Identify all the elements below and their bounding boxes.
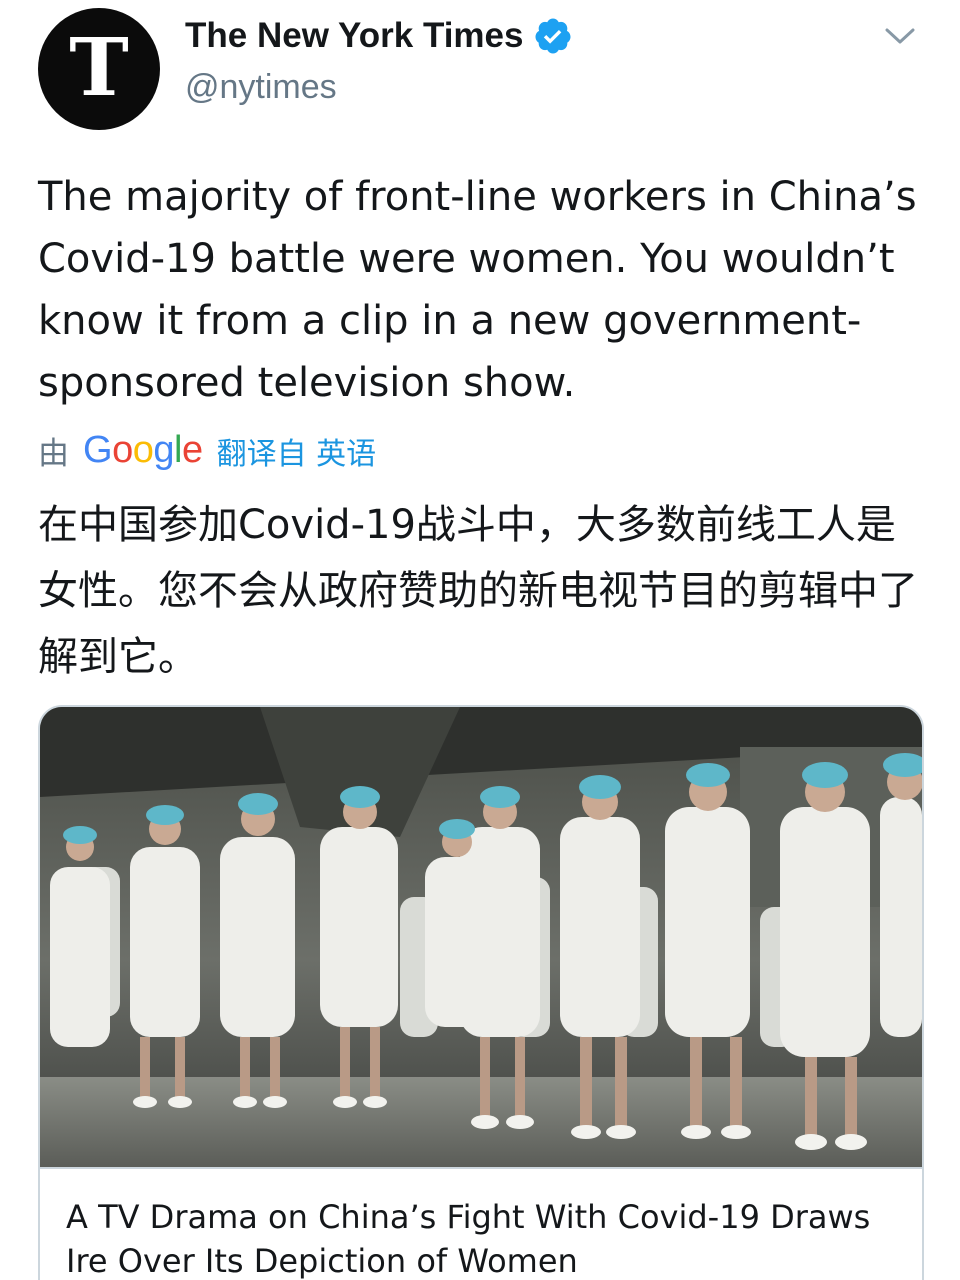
translated-from-link[interactable]: 翻译自 英语 <box>217 429 377 473</box>
tweet-text: The majority of front-line workers in Ch… <box>38 174 917 406</box>
translation-prefix: 由 <box>38 436 69 472</box>
more-options-button[interactable] <box>880 18 920 54</box>
nyt-logo-icon: T <box>69 20 129 114</box>
account-handle[interactable]: @nytimes <box>185 68 337 107</box>
google-logo: Google <box>83 429 203 471</box>
card-divider <box>40 1167 922 1169</box>
nurses-photo-icon[interactable] <box>40 707 922 1167</box>
tweet-page: T The New York Times @nytimes The majori… <box>0 0 960 1280</box>
link-card[interactable]: A TV Drama on China’s Fight With Covid-1… <box>38 705 924 1280</box>
card-title[interactable]: A TV Drama on China’s Fight With Covid-1… <box>66 1195 906 1280</box>
avatar[interactable]: T <box>38 8 160 130</box>
translation-attribution: 由 Google 翻译自 英语 <box>38 428 376 473</box>
verified-badge-icon <box>535 18 571 54</box>
chevron-down-icon <box>885 28 915 44</box>
display-name[interactable]: The New York Times <box>185 16 523 56</box>
translated-text: 在中国参加Covid-19战斗中，大多数前线工人是女性。您不会从政府赞助的新电视… <box>38 502 918 680</box>
account-name-row[interactable]: The New York Times <box>185 16 573 56</box>
